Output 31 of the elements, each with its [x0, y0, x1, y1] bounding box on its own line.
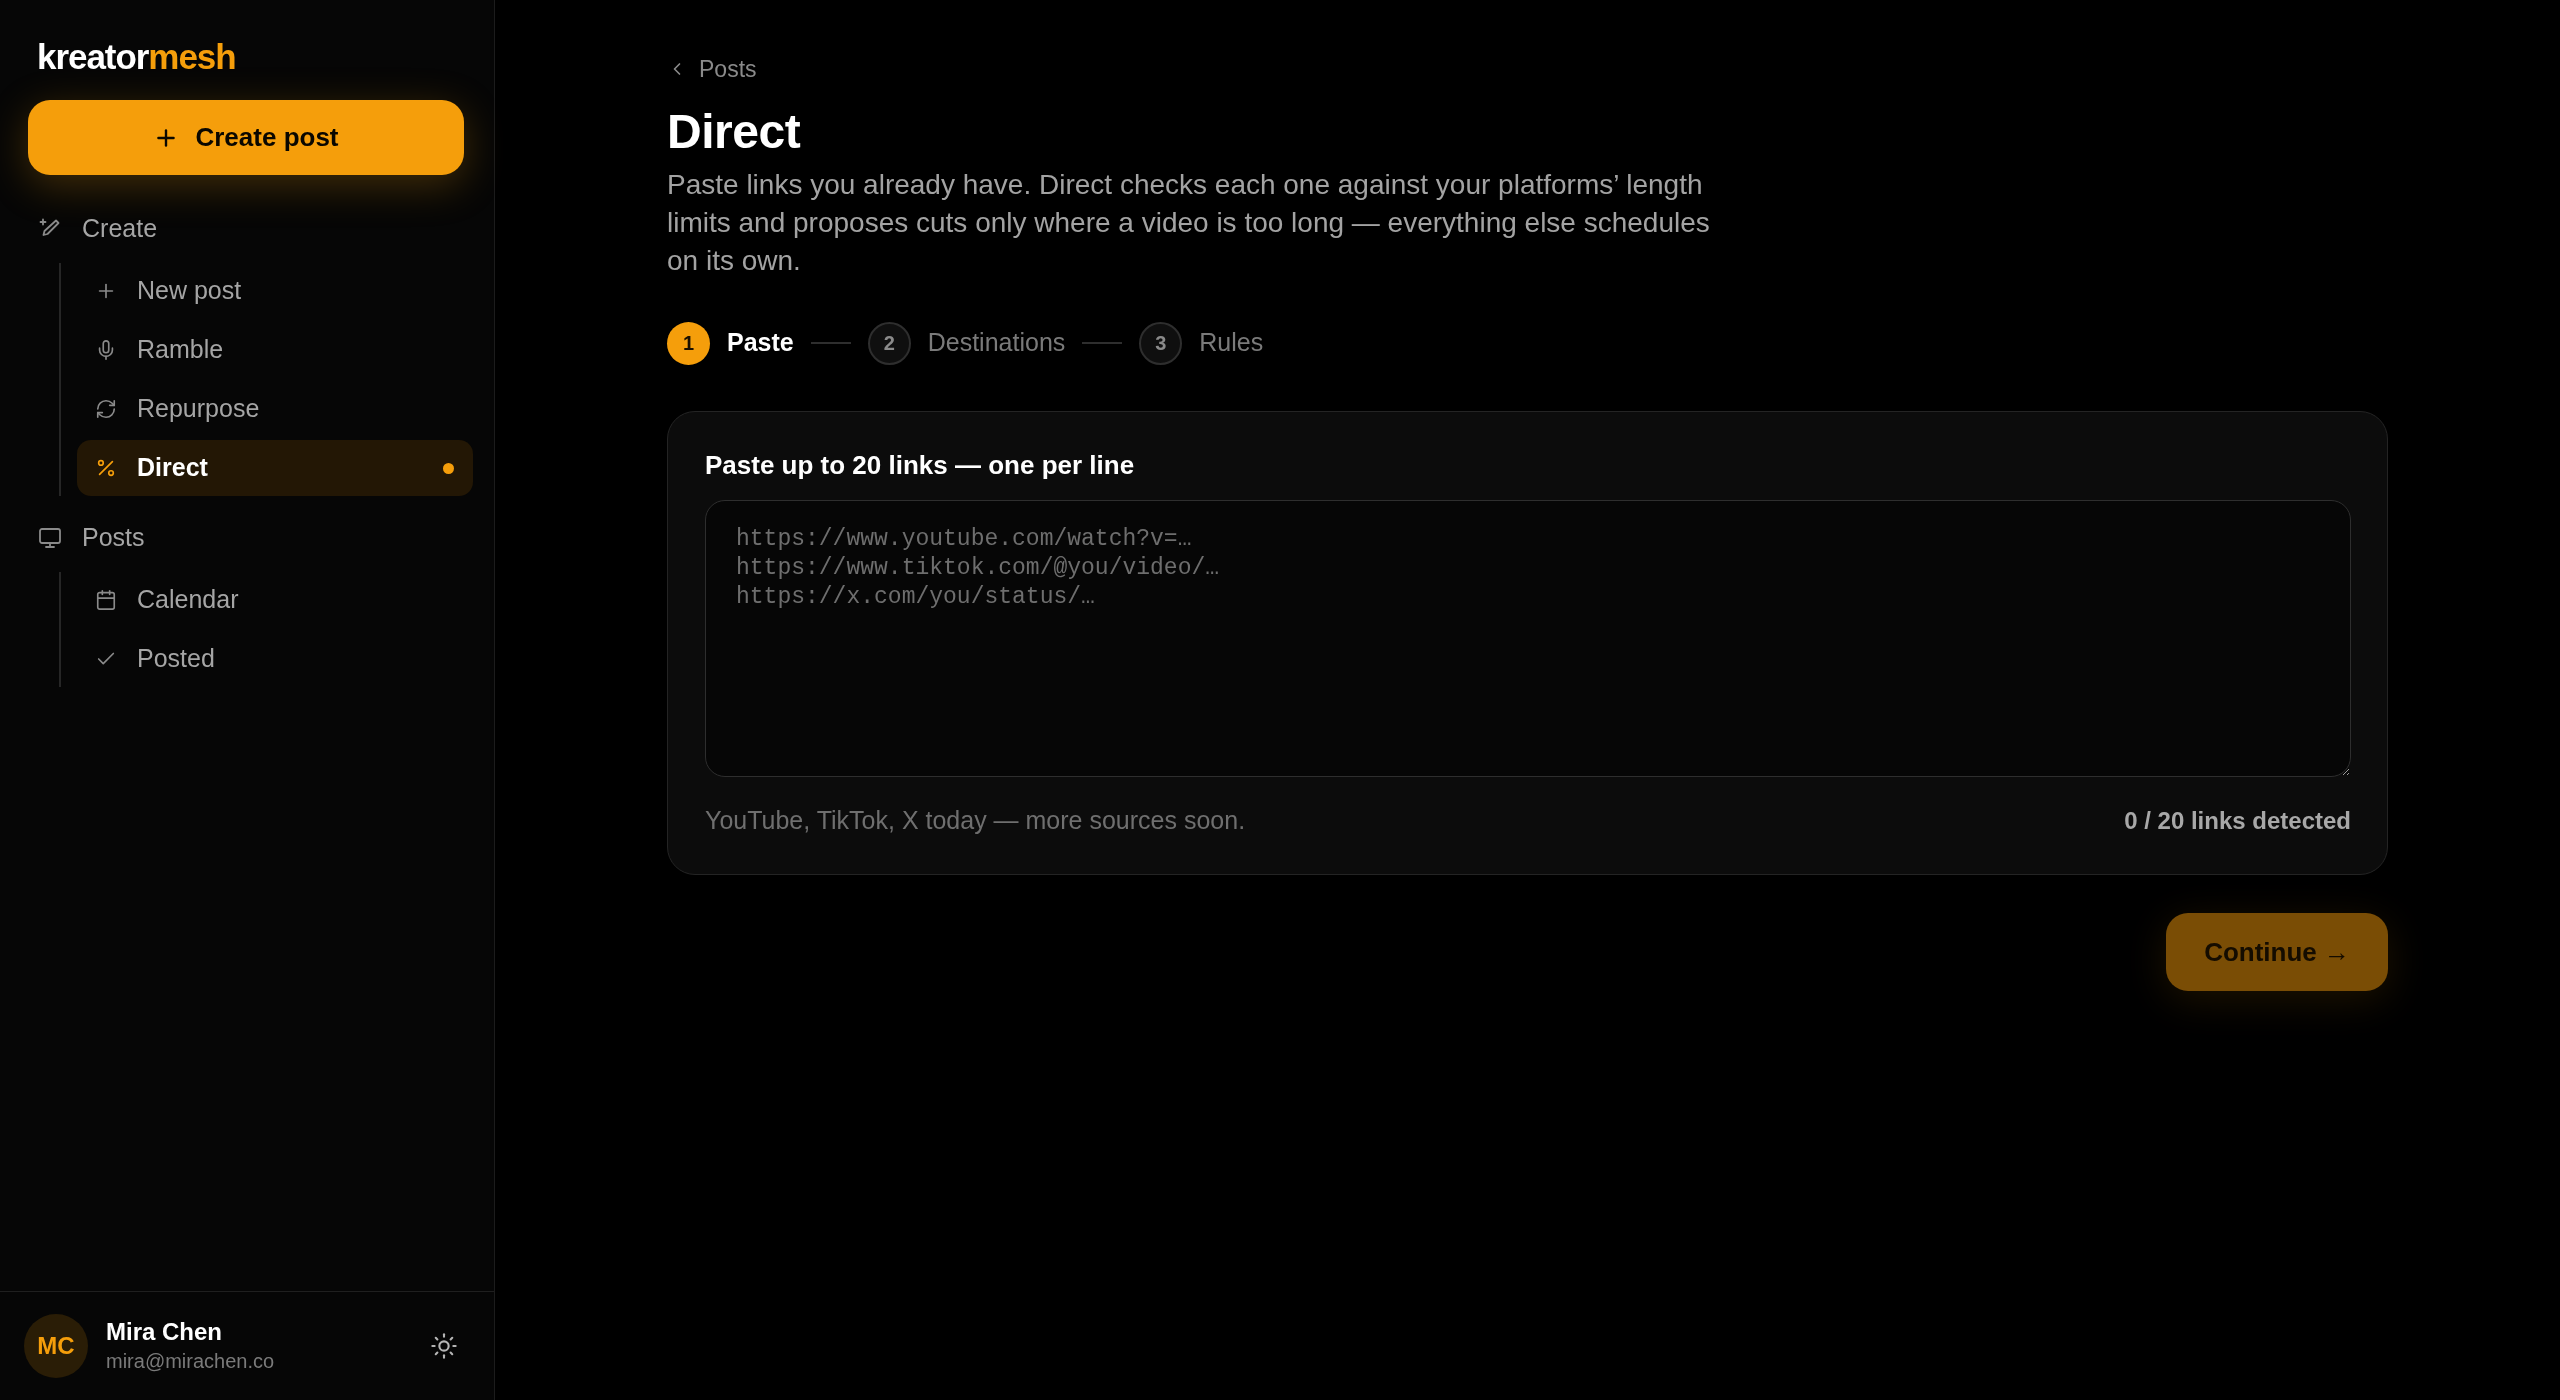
nav-item[interactable]: Ramble — [77, 322, 473, 378]
step-number: 3 — [1139, 321, 1183, 365]
step-number: 1 — [667, 321, 710, 365]
step-label: Destinations — [927, 327, 1066, 359]
logo: kreatormesh — [37, 36, 236, 78]
step-number: 2 — [867, 321, 911, 365]
nav-section-header[interactable]: Create — [28, 205, 473, 253]
nav-item[interactable]: Repurpose — [77, 381, 473, 437]
step-label: Rules — [1199, 327, 1264, 359]
nav-section-header[interactable]: Posts — [28, 514, 473, 562]
nav-item[interactable]: New post — [77, 263, 473, 319]
create-post-button[interactable]: Create post — [28, 100, 464, 175]
calendar-icon — [95, 589, 117, 611]
avatar-initials: MC — [24, 1314, 88, 1378]
nav-item[interactable]: Direct — [77, 440, 473, 496]
step-label: Paste — [727, 327, 794, 359]
monitor-icon — [38, 526, 62, 550]
links-count: 0 / 20 links detected — [2124, 806, 2351, 836]
back-link[interactable]: Posts — [667, 52, 757, 86]
nav-item[interactable]: Calendar — [77, 572, 473, 628]
refresh-icon — [95, 398, 117, 420]
links-field[interactable]: https://www.youtube.com/watch?v=… https://www.tiktok.com/@you/video/… https://x.com/you/status/… — [705, 500, 2351, 777]
page-description: Paste links you already have. Direct checks each one against your platforms’ length limits and proposes cuts only where a video is too long — everything else schedules on its own. — [667, 168, 1711, 278]
user-name: Mira Chen — [106, 1317, 223, 1347]
sun-icon[interactable] — [430, 1332, 458, 1360]
user-email: mira@mirachen.co — [106, 1349, 275, 1374]
nav-item[interactable]: Posted — [77, 631, 473, 687]
page-title: Direct — [667, 104, 801, 160]
percent-icon — [95, 457, 117, 479]
sources-hint: YouTube, TikTok, X today — more sources soon. — [705, 805, 1246, 837]
field-label: Paste up to 20 links — one per line — [705, 449, 1135, 482]
